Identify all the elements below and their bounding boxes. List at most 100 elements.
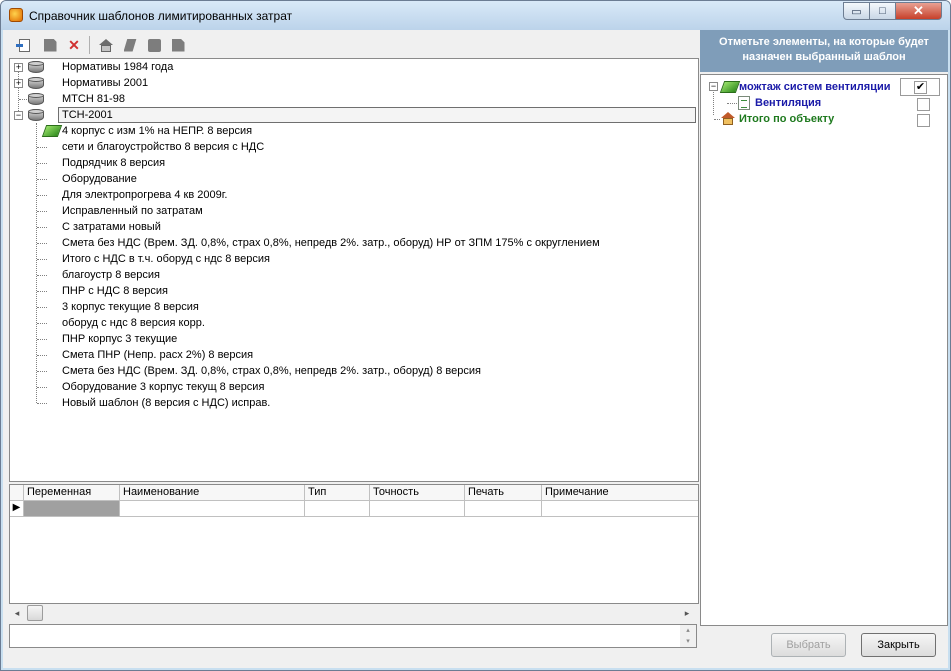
col-header-type[interactable]: Тип: [305, 485, 370, 501]
sheet-icon: [738, 96, 750, 110]
element-checkbox-1[interactable]: ✔: [914, 81, 927, 94]
expand-icon[interactable]: +: [14, 79, 23, 88]
element-label-ventilation[interactable]: Вентиляция: [755, 97, 821, 109]
tree-item-label: благоустр 8 версия: [62, 269, 160, 281]
tree-item-label: С затратами новый: [62, 221, 161, 233]
home-button[interactable]: [97, 36, 115, 54]
tree-item[interactable]: сети и благоустройство 8 версия с НДС: [10, 139, 698, 155]
tree-item[interactable]: Смета ПНР (Непр. расх 2%) 8 версия: [10, 347, 698, 363]
app-icon: [9, 8, 23, 22]
col-header-note[interactable]: Примечание: [542, 485, 698, 501]
tree-item[interactable]: Подрядчик 8 версия: [10, 155, 698, 171]
close-button[interactable]: Закрыть: [861, 633, 936, 657]
scroll-right-icon[interactable]: ▸: [679, 604, 695, 622]
tree-item[interactable]: С затратами новый: [10, 219, 698, 235]
tree-item[interactable]: ПНР с НДС 8 версия: [10, 283, 698, 299]
tree-item[interactable]: Смета без НДС (Врем. ЗД. 0,8%, страх 0,8…: [10, 363, 698, 379]
tree-node-label: Нормативы 2001: [62, 77, 149, 89]
tree-connector: [18, 67, 19, 115]
grid-cell-note[interactable]: [542, 501, 698, 517]
tree-item-label: Итого с НДС в т.ч. оборуд с ндс 8 версия: [62, 253, 270, 265]
element-label-total[interactable]: Итого по объекту: [739, 113, 834, 125]
col-header-precision[interactable]: Точность: [370, 485, 465, 501]
database-icon: [28, 61, 44, 73]
tree-item[interactable]: Новый шаблон (8 версия с НДС) исправ.: [10, 395, 698, 411]
tree-item[interactable]: оборуд с ндс 8 версия корр.: [10, 315, 698, 331]
close-window-button[interactable]: ✕: [895, 2, 942, 20]
tree-connector: [713, 87, 714, 115]
import-icon: [15, 38, 30, 52]
tree-item-label: ПНР с НДС 8 версия: [62, 285, 168, 297]
tree-item-label: оборуд с ндс 8 версия корр.: [62, 317, 205, 329]
tree-item-label: Оборудование: [62, 173, 137, 185]
scroll-down-icon[interactable]: ▾: [680, 636, 696, 647]
templates-tree: + Нормативы 1984 года + Нормативы 2001 М…: [9, 58, 699, 482]
app-window: Справочник шаблонов лимитированных затра…: [0, 0, 951, 671]
grid-cell-variable[interactable]: [24, 501, 120, 517]
copy-icon: [147, 38, 161, 52]
tree-item[interactable]: 4 корпус с изм 1% на НЕПР. 8 версия: [10, 123, 698, 139]
scroll-thumb[interactable]: [27, 605, 43, 621]
tree-item[interactable]: Итого с НДС в т.ч. оборуд с ндс 8 версия: [10, 251, 698, 267]
edit-icon: [123, 38, 137, 52]
database-icon: [28, 93, 44, 105]
element-label-ventilation-install[interactable]: можтаж систем вентиляции: [739, 81, 901, 93]
page-button[interactable]: [169, 36, 187, 54]
edit-button[interactable]: [121, 36, 139, 54]
scroll-left-icon[interactable]: ◂: [9, 604, 25, 622]
tree-item-label: сети и благоустройство 8 версия с НДС: [62, 141, 265, 153]
import-button[interactable]: [15, 36, 33, 54]
tree-item-label: Исправленный по затратам: [62, 205, 203, 217]
selected-row-highlight: [58, 107, 696, 123]
tree-node-label: ТСН-2001: [62, 109, 113, 121]
tree-item[interactable]: Смета без НДС (Врем. ЗД. 0,8%, страх 0,8…: [10, 235, 698, 251]
tree-item-label: Смета ПНР (Непр. расх 2%) 8 версия: [62, 349, 254, 361]
tree-connector: [37, 147, 47, 148]
tree-connector: [37, 403, 47, 404]
tree-item[interactable]: ПНР корпус 3 текущие: [10, 331, 698, 347]
database-icon: [28, 109, 44, 121]
minimize-button[interactable]: ▭: [843, 2, 870, 20]
grid-cell-print[interactable]: [465, 501, 542, 517]
tree-connector: [37, 323, 47, 324]
maximize-button[interactable]: □: [869, 2, 896, 20]
element-checkbox-3[interactable]: [917, 114, 930, 127]
select-button[interactable]: Выбрать: [771, 633, 846, 657]
window-title: Справочник шаблонов лимитированных затра…: [29, 9, 293, 23]
element-checkbox-2[interactable]: [917, 98, 930, 111]
grid-cell-type[interactable]: [305, 501, 370, 517]
tree-item[interactable]: Оборудование: [10, 171, 698, 187]
variables-grid: Переменная Наименование Тип Точность Печ…: [9, 484, 699, 604]
description-textarea[interactable]: ▴ ▾: [9, 624, 697, 648]
col-header-variable[interactable]: Переменная: [24, 485, 120, 501]
tree-connector: [714, 119, 720, 120]
collapse-icon[interactable]: −: [14, 111, 23, 120]
delete-button[interactable]: ✕: [65, 36, 83, 54]
tree-item-label: 4 корпус с изм 1% на НЕПР. 8 версия: [62, 125, 253, 137]
grid-cell-name[interactable]: [120, 501, 305, 517]
grid-cell-precision[interactable]: [370, 501, 465, 517]
expand-icon[interactable]: +: [14, 63, 23, 72]
collapse-icon[interactable]: −: [709, 82, 718, 91]
tree-connector: [37, 163, 47, 164]
tree-connector: [37, 259, 47, 260]
tree-item[interactable]: Для электропрогрева 4 кв 2009г.: [10, 187, 698, 203]
scroll-up-icon[interactable]: ▴: [680, 625, 696, 636]
tree-item-label: Смета без НДС (Врем. ЗД. 0,8%, страх 0,8…: [62, 365, 481, 377]
title-bar[interactable]: Справочник шаблонов лимитированных затра…: [1, 1, 950, 30]
horizontal-scrollbar[interactable]: ◂ ▸: [9, 604, 697, 622]
tree-item[interactable]: 3 корпус текущие 8 версия: [10, 299, 698, 315]
tree-item-label: Смета без НДС (Врем. ЗД. 0,8%, страх 0,8…: [62, 237, 600, 249]
close-icon: ✕: [913, 3, 924, 18]
tree-connector: [37, 275, 47, 276]
add-button[interactable]: [41, 36, 59, 54]
tree-connector: [37, 355, 47, 356]
col-header-name[interactable]: Наименование: [120, 485, 305, 501]
tree-item[interactable]: Исправленный по затратам: [10, 203, 698, 219]
col-header-print[interactable]: Печать: [465, 485, 542, 501]
tree-item[interactable]: благоустр 8 версия: [10, 267, 698, 283]
copy-button[interactable]: [145, 36, 163, 54]
tree-item[interactable]: Оборудование 3 корпус текущ 8 версия: [10, 379, 698, 395]
maximize-icon: □: [879, 5, 886, 17]
textarea-scrollbar[interactable]: ▴ ▾: [680, 625, 696, 647]
